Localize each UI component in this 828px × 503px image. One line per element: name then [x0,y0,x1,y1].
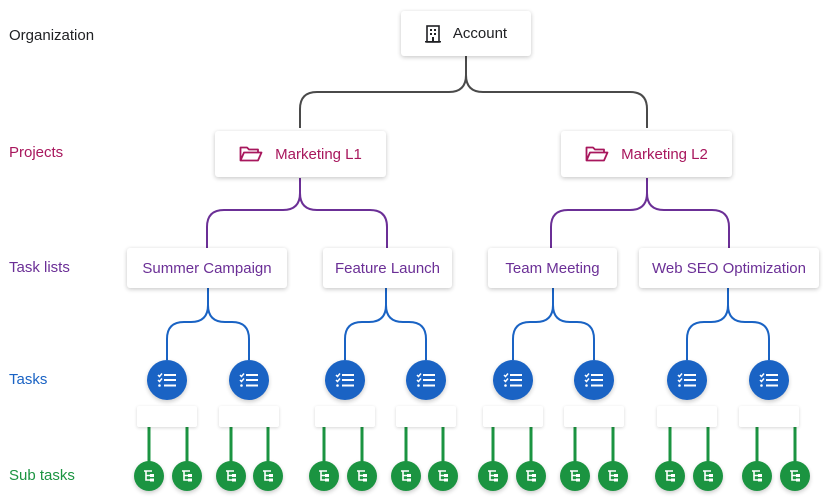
level-label-sub-tasks: Sub tasks [9,467,75,484]
task-placeholder-card[interactable] [739,406,799,427]
checklist-icon [584,372,604,388]
subtask-node[interactable] [655,461,685,491]
level-label-tasks: Tasks [9,371,48,388]
subtask-tree-icon [569,470,581,482]
checklist-icon [677,372,697,388]
task-list-label: Feature Launch [334,259,441,277]
task-node[interactable] [749,360,789,400]
task-placeholder-card[interactable] [219,406,279,427]
subtask-node[interactable] [598,461,628,491]
folder-open-icon [239,146,263,162]
task-list-label: Web SEO Optimization [652,259,806,277]
project-node-marketing-l1[interactable]: Marketing L1 [215,131,386,177]
subtask-tree-icon [702,470,714,482]
subtask-tree-icon [437,470,449,482]
subtask-tree-icon [262,470,274,482]
subtask-node[interactable] [780,461,810,491]
subtask-node[interactable] [347,461,377,491]
checklist-icon [759,372,779,388]
checklist-icon [335,372,355,388]
task-placeholder-card[interactable] [657,406,717,427]
connector-project1-tasklists [206,178,388,248]
task-list-web-seo-optimization[interactable]: Web SEO Optimization [639,248,819,288]
subtask-tree-icon [143,470,155,482]
task-list-summer-campaign[interactable]: Summer Campaign [127,248,287,288]
project-node-marketing-l2[interactable]: Marketing L2 [561,131,732,177]
task-placeholder-card[interactable] [483,406,543,427]
subtask-node[interactable] [309,461,339,491]
subtask-tree-icon [751,470,763,482]
task-list-label: Summer Campaign [142,259,272,277]
task-list-feature-launch[interactable]: Feature Launch [323,248,452,288]
subtask-tree-icon [789,470,801,482]
checklist-icon [239,372,259,388]
account-node[interactable]: Account [401,11,531,56]
subtask-node[interactable] [134,461,164,491]
building-icon [424,24,441,43]
subtask-tree-icon [400,470,412,482]
account-label: Account [452,25,508,42]
subtask-tree-icon [487,470,499,482]
level-label-projects: Projects [9,144,64,161]
subtask-tree-icon [664,470,676,482]
subtask-node[interactable] [391,461,421,491]
connector-team-tasks [512,288,595,360]
subtask-tree-icon [181,470,193,482]
subtask-node[interactable] [253,461,283,491]
task-node[interactable] [406,360,446,400]
subtask-tree-icon [225,470,237,482]
task-list-label: Team Meeting [505,259,600,277]
task-node[interactable] [147,360,187,400]
task-placeholder-card[interactable] [396,406,456,427]
subtask-tree-icon [607,470,619,482]
level-label-organization: Organization [9,27,95,44]
subtask-tree-icon [318,470,330,482]
task-node[interactable] [325,360,365,400]
subtask-node[interactable] [172,461,202,491]
subtask-node[interactable] [478,461,508,491]
connector-seo-tasks [686,288,770,360]
project-label: Marketing L1 [275,145,362,163]
task-placeholder-card[interactable] [137,406,197,427]
checklist-icon [157,372,177,388]
subtask-node[interactable] [560,461,590,491]
subtask-node[interactable] [216,461,246,491]
subtask-node[interactable] [742,461,772,491]
subtask-connectors [147,427,797,462]
connector-account-projects [299,56,648,128]
task-node[interactable] [229,360,269,400]
connector-feature-tasks [344,288,427,360]
project-label: Marketing L2 [621,145,708,163]
subtask-tree-icon [356,470,368,482]
subtask-tree-icon [525,470,537,482]
task-placeholder-card[interactable] [315,406,375,427]
connector-project2-tasklists [550,178,730,248]
checklist-icon [503,372,523,388]
task-node[interactable] [574,360,614,400]
subtask-node[interactable] [428,461,458,491]
checklist-icon [416,372,436,388]
task-placeholder-card[interactable] [564,406,624,427]
task-list-team-meeting[interactable]: Team Meeting [488,248,617,288]
connector-summer-tasks [166,288,250,360]
level-label-task-lists: Task lists [9,259,70,276]
subtask-node[interactable] [516,461,546,491]
task-node[interactable] [667,360,707,400]
folder-open-icon [585,146,609,162]
subtask-node[interactable] [693,461,723,491]
task-node[interactable] [493,360,533,400]
